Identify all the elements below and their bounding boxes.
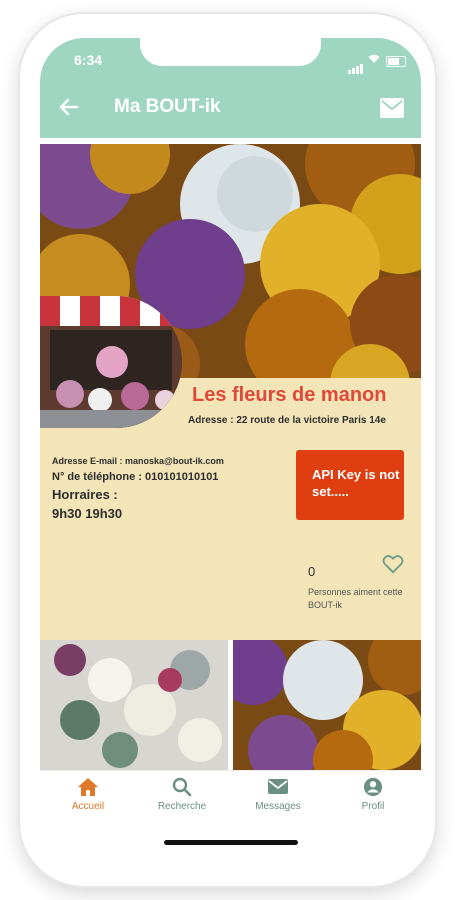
profile-icon: [363, 777, 383, 797]
shop-hours: 9h30 19h30: [52, 506, 123, 521]
app-header: Ma BOUT-ik: [40, 82, 421, 138]
likes-count: 0: [308, 564, 316, 579]
back-arrow-icon[interactable]: [58, 96, 80, 118]
shop-address: Adresse : 22 route de la victoire Paris …: [188, 415, 386, 426]
battery-icon: [386, 56, 406, 67]
shop-name: Les fleurs de manon: [192, 384, 387, 406]
likes-label: Personnes aiment cette BOUT-ik: [308, 587, 403, 610]
tab-label-recherche: Recherche: [157, 801, 207, 812]
gallery-image-chrysanthemums[interactable]: [233, 640, 421, 770]
tab-label-profil: Profil: [361, 801, 385, 812]
status-time: 6:34: [74, 52, 103, 68]
mail-icon[interactable]: [380, 98, 404, 118]
shop-contact: Adresse E-mail : manoska@bout-ik.com N° …: [52, 456, 224, 521]
bottom-tab-bar: Accueil Recherche Messages Profil: [40, 770, 421, 864]
page-title: Ma BOUT-ik: [114, 96, 221, 117]
signal-icon: [348, 56, 364, 74]
shop-email: Adresse E-mail : manoska@bout-ik.com: [52, 456, 224, 466]
hours-label: Horraires :: [52, 487, 118, 502]
tab-accueil[interactable]: Accueil: [48, 777, 128, 812]
shop-phone: N° de téléphone : 010101010101: [52, 471, 219, 483]
status-bar: 6:34: [40, 38, 421, 82]
heart-outline-icon[interactable]: [382, 554, 404, 574]
tab-label-accueil: Accueil: [71, 801, 105, 812]
shop-photo: [40, 296, 182, 428]
home-indicator[interactable]: [164, 840, 298, 845]
app-screen: 6:34 Ma BOUT-ik Les fleurs de manon Adre…: [40, 38, 421, 864]
search-icon: [172, 777, 192, 797]
tab-recherche[interactable]: Recherche: [142, 777, 222, 812]
mail-icon: [268, 779, 288, 794]
gallery-image-bouquet[interactable]: [40, 640, 228, 770]
device-notch: [140, 38, 321, 66]
wifi-icon: [368, 54, 380, 63]
tab-profil[interactable]: Profil: [333, 777, 413, 812]
api-key-button[interactable]: API Key is not set.....: [296, 450, 404, 520]
tab-messages[interactable]: Messages: [238, 777, 318, 812]
home-icon: [78, 778, 98, 796]
tab-label-messages: Messages: [255, 801, 301, 812]
